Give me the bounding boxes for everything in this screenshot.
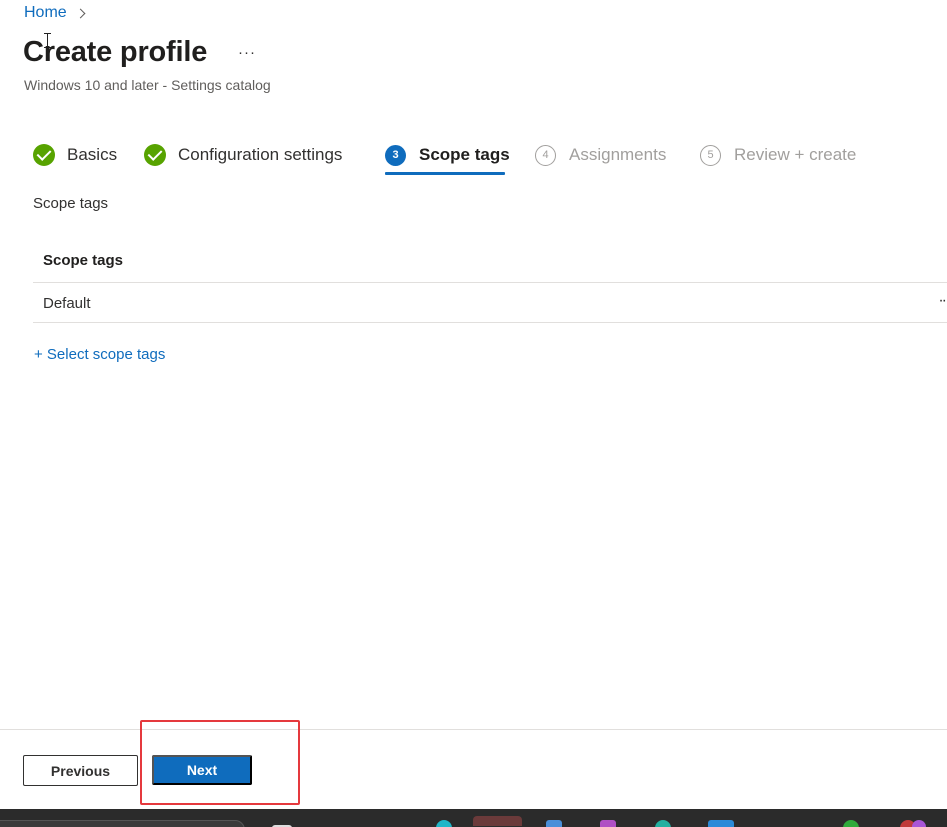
taskbar-search[interactable] — [0, 820, 245, 827]
page-subtitle: Windows 10 and later - Settings catalog — [24, 77, 271, 93]
taskbar-app-icon[interactable] — [655, 820, 671, 827]
step-number-badge: 5 — [700, 144, 721, 166]
step-number-badge: 3 — [385, 144, 406, 166]
checkmark-icon — [33, 144, 55, 166]
taskbar-app-icon[interactable] — [912, 820, 926, 827]
checkmark-icon — [144, 144, 166, 166]
select-scope-tags-link[interactable]: + Select scope tags — [34, 346, 165, 363]
step-label: Configuration settings — [178, 145, 343, 164]
step-review-create[interactable]: 5 Review + create — [700, 142, 856, 168]
step-label: Basics — [67, 145, 118, 164]
table-header: Scope tags — [33, 240, 947, 283]
scope-tags-table: Scope tags Default ·· — [33, 240, 947, 323]
step-label: Assignments — [569, 145, 667, 164]
step-label: Review + create — [734, 145, 857, 164]
next-button[interactable]: Next — [152, 755, 252, 785]
taskbar-app-icon[interactable] — [600, 820, 616, 827]
section-label: Scope tags — [33, 195, 109, 212]
table-row: Default ·· — [33, 283, 947, 323]
taskbar-app-icon[interactable] — [436, 820, 452, 827]
more-options-button[interactable]: ··· — [238, 44, 256, 61]
previous-button[interactable]: Previous — [23, 755, 138, 786]
footer-divider — [0, 729, 947, 730]
row-more-button[interactable]: ·· — [938, 292, 947, 310]
active-step-indicator — [385, 172, 505, 175]
breadcrumb-home-link[interactable]: Home — [24, 4, 67, 22]
chevron-right-icon — [75, 8, 86, 19]
step-assignments[interactable]: 4 Assignments — [535, 142, 666, 168]
table-cell: Default — [43, 295, 91, 312]
step-scope-tags[interactable]: 3 Scope tags — [385, 142, 510, 168]
step-number-badge: 4 — [535, 144, 556, 166]
step-configuration-settings[interactable]: Configuration settings — [144, 142, 342, 168]
taskbar-app-icon[interactable] — [473, 816, 522, 826]
breadcrumb: Home — [24, 4, 86, 22]
page-title: Create profile — [23, 36, 208, 68]
taskbar — [0, 809, 947, 827]
step-basics[interactable]: Basics — [33, 142, 117, 168]
taskbar-app-icon[interactable] — [708, 820, 734, 827]
step-label: Scope tags — [419, 145, 510, 164]
taskbar-app-icon[interactable] — [546, 820, 562, 827]
taskbar-app-icon[interactable] — [843, 820, 859, 827]
